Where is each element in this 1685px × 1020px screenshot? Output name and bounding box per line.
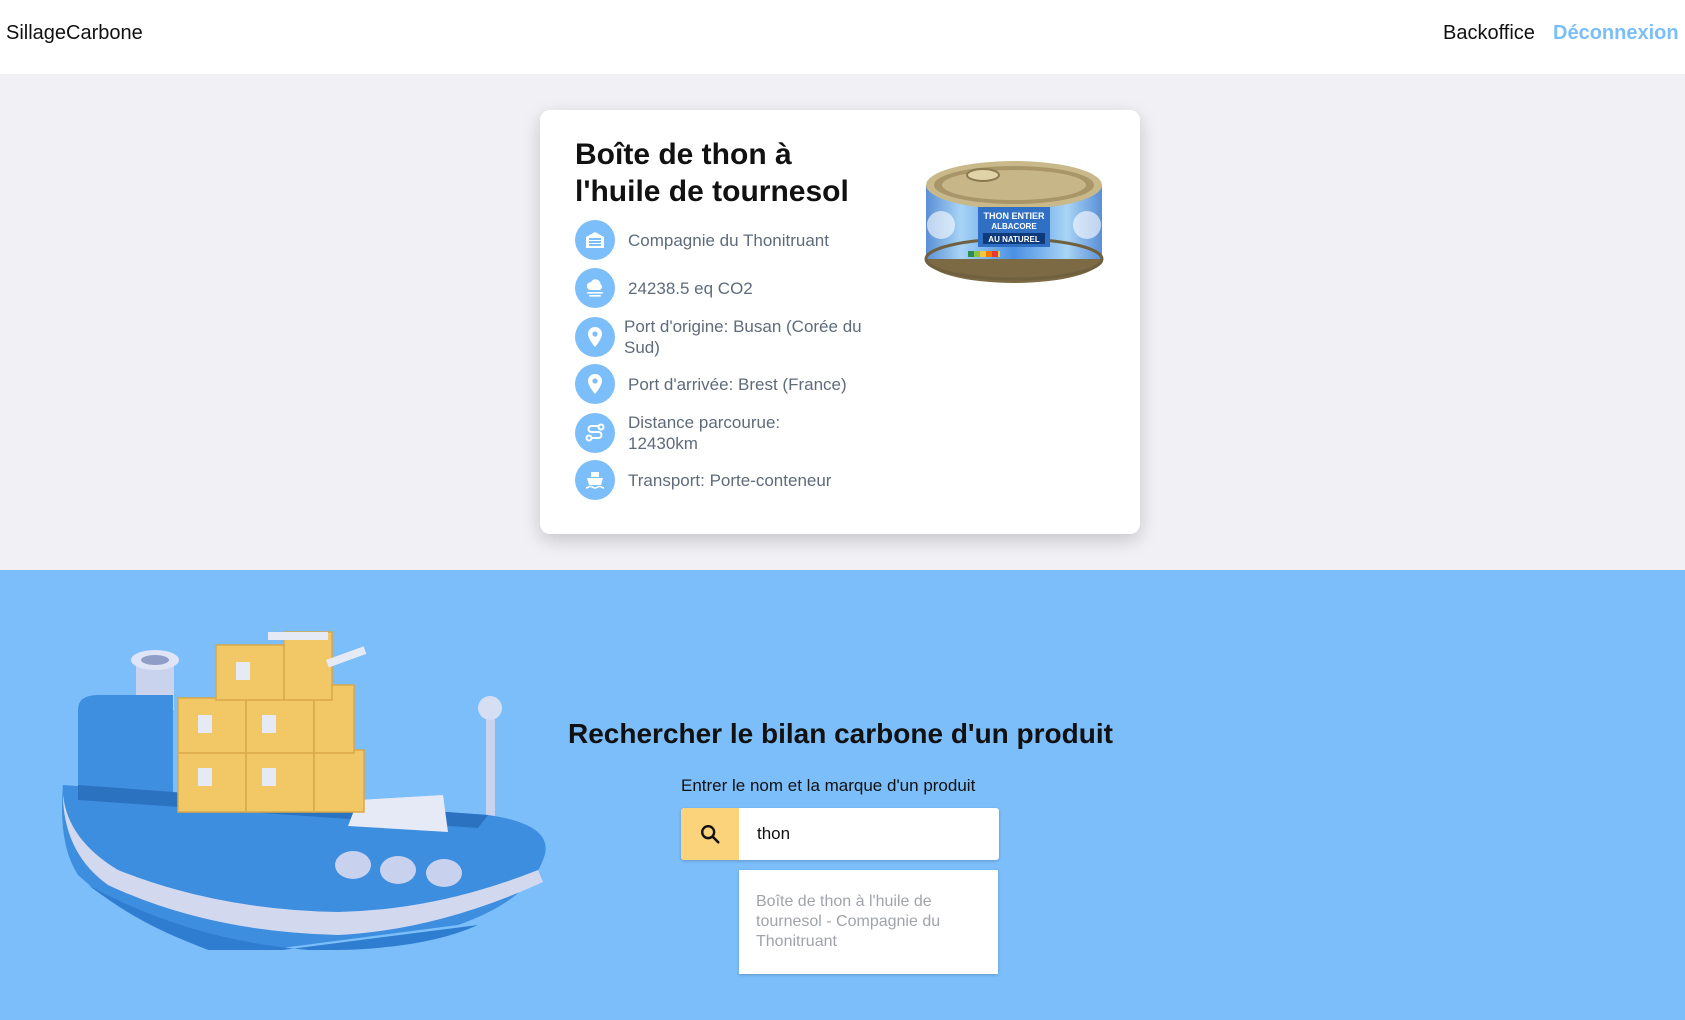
nav-backoffice-link[interactable]: Backoffice — [1443, 22, 1535, 45]
info-text-distance: Distance parcourue: 12430km — [628, 413, 781, 453]
info-text-origin: Port d'origine: Busan (Corée du Sud) — [624, 317, 862, 357]
cargo-ship-illustration — [62, 631, 546, 950]
route-icon — [575, 413, 615, 453]
product-image: THON ENTIER ALBACORE AU NATUREL — [924, 161, 1104, 283]
search-input[interactable] — [739, 808, 999, 860]
can-label-line3: AU NATUREL — [988, 235, 1040, 244]
location-pin-icon — [575, 317, 615, 357]
product-card: Boîte de thon à l'huile de tournesol Com… — [540, 110, 1140, 534]
info-text-arrival: Port d'arrivée: Brest (France) — [628, 374, 847, 394]
info-row-company: Compagnie du Thonitruant — [575, 220, 868, 260]
co2-cloud-icon — [575, 268, 615, 308]
location-pin-icon — [575, 364, 615, 404]
search-section: Rechercher le bilan carbone d'un produit… — [0, 570, 1685, 1020]
can-label-line2: ALBACORE — [991, 222, 1037, 231]
info-row-origin: Port d'origine: Busan (Corée du Sud) — [575, 316, 864, 358]
suggestion-item[interactable]: Boîte de thon à l'huile de tournesol - C… — [756, 892, 981, 952]
search-label: Entrer le nom et la marque d'un produit — [681, 776, 976, 795]
info-row-transport: Transport: Porte-conteneur — [575, 460, 868, 500]
factory-icon — [575, 220, 615, 260]
search-button[interactable] — [681, 808, 739, 860]
info-row-distance: Distance parcourue: 12430km — [575, 412, 828, 454]
search-suggestions-dropdown: Boîte de thon à l'huile de tournesol - C… — [739, 870, 998, 974]
info-text-co2: 24238.5 eq CO2 — [628, 278, 753, 298]
search-title: Rechercher le bilan carbone d'un produit — [568, 718, 1113, 749]
product-title: Boîte de thon à l'huile de tournesol — [575, 138, 849, 208]
nav-logout-link[interactable]: Déconnexion — [1553, 22, 1679, 45]
top-navbar: SillageCarbone Backoffice Déconnexion — [0, 0, 1685, 74]
info-text-company: Compagnie du Thonitruant — [628, 230, 829, 250]
info-text-transport: Transport: Porte-conteneur — [628, 470, 832, 490]
brand-logo-text[interactable]: SillageCarbone — [6, 22, 143, 45]
search-box — [681, 808, 999, 860]
info-row-co2: 24238.5 eq CO2 — [575, 268, 868, 308]
can-label-line1: THON ENTIER — [983, 211, 1045, 221]
search-icon — [701, 825, 720, 844]
ship-icon — [575, 460, 615, 500]
info-row-arrival: Port d'arrivée: Brest (France) — [575, 364, 888, 404]
